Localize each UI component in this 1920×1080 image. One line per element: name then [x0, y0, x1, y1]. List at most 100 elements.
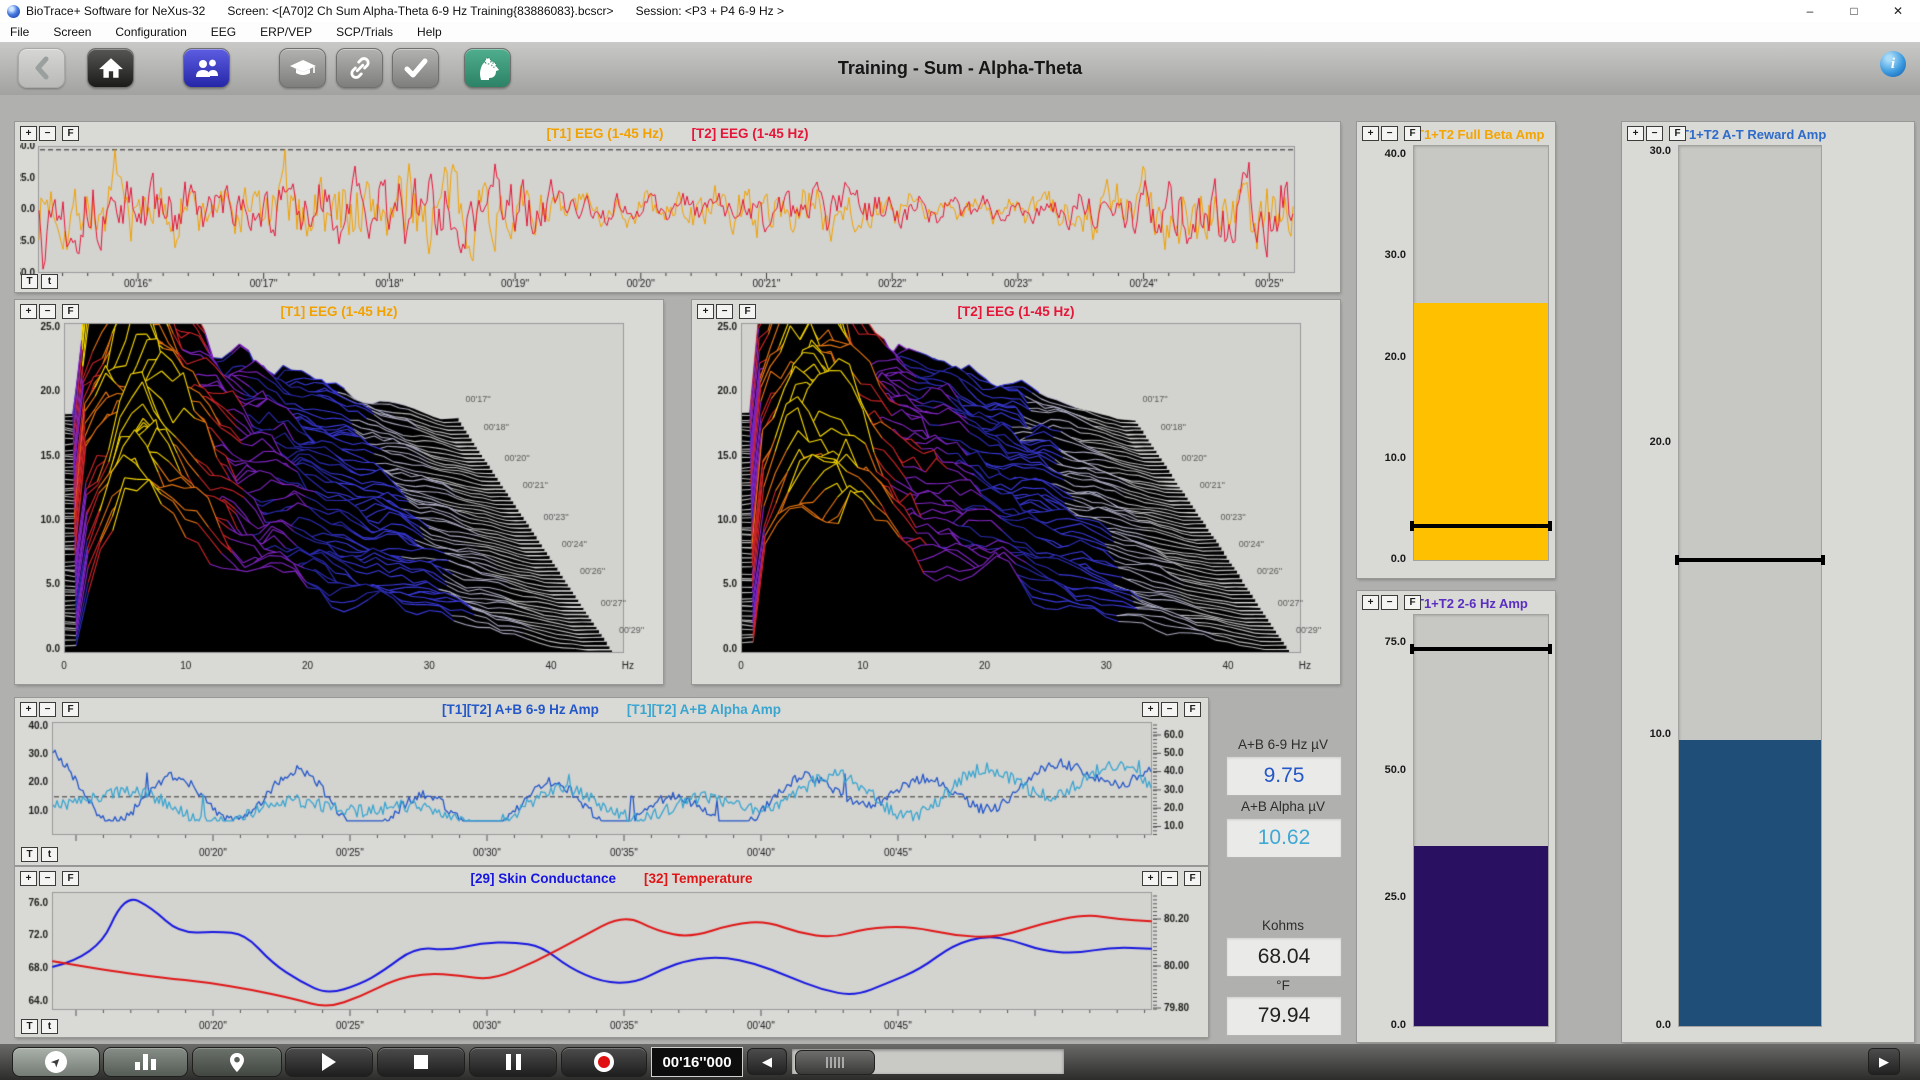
- play-button[interactable]: [285, 1047, 373, 1077]
- title-bar: BioTrace+ Software for NeXus-32 Screen: …: [0, 0, 1920, 22]
- meter-scale-label: 75.0: [1358, 636, 1406, 648]
- meter-bar: [1414, 846, 1548, 1026]
- menu-item-configuration[interactable]: Configuration: [113, 24, 188, 40]
- stop-button[interactable]: [377, 1047, 465, 1077]
- display-value-text: 9.75: [1264, 764, 1305, 788]
- menu-item-scp-trials[interactable]: SCP/Trials: [334, 24, 395, 40]
- timescale-T-button[interactable]: T: [21, 274, 38, 289]
- meter-track: [1413, 145, 1549, 561]
- panel-fullscreen-button[interactable]: F: [739, 304, 756, 319]
- panel-collapse-button[interactable]: −: [39, 702, 56, 717]
- display-value-kohms: 68.04: [1226, 937, 1342, 977]
- meter-threshold-line[interactable]: [1410, 647, 1552, 651]
- pause-button[interactable]: [469, 1047, 557, 1077]
- display-label-temp-f: °F: [1225, 978, 1341, 993]
- panel-expand-button[interactable]: +: [697, 304, 714, 319]
- timescale-t-button[interactable]: t: [41, 847, 58, 862]
- chart-title-spectrum-t1: [T1] EEG (1-45 Hz): [280, 304, 397, 319]
- panel-collapse-button[interactable]: −: [39, 871, 56, 886]
- panel-fullscreen-button[interactable]: F: [1669, 126, 1686, 141]
- meter-scale-label: 10.0: [1623, 728, 1671, 740]
- panel-expand-button[interactable]: +: [20, 126, 37, 141]
- navigate-button[interactable]: ➤: [12, 1047, 100, 1077]
- meter-title: T1+T2 Full Beta Amp: [1416, 127, 1544, 142]
- panel-expand-button[interactable]: +: [20, 871, 37, 886]
- meter-scale-label: 30.0: [1623, 145, 1671, 157]
- meter-scale-label: 25.0: [1358, 891, 1406, 903]
- display-label-69hz: A+B 6-9 Hz µV: [1225, 737, 1341, 752]
- meter-threshold-line[interactable]: [1410, 524, 1552, 528]
- navigate-icon: ➤: [40, 1046, 71, 1077]
- meter-track: [1678, 145, 1822, 1027]
- panel-controls-right: + − F: [1142, 702, 1201, 717]
- panel-collapse-button[interactable]: −: [1381, 126, 1398, 141]
- timescale-t-button[interactable]: t: [41, 1019, 58, 1034]
- toolbar: Training - Sum - Alpha-Theta i: [0, 42, 1920, 95]
- meter-bar: [1679, 740, 1821, 1026]
- step-back-button[interactable]: ◀: [747, 1048, 787, 1075]
- record-icon: [594, 1052, 614, 1072]
- panel-fullscreen-button[interactable]: F: [1404, 595, 1421, 610]
- panel-expand-button[interactable]: +: [20, 304, 37, 319]
- panel-fullscreen-button[interactable]: F: [62, 702, 79, 717]
- chart-title-t1-eeg: [T1] EEG (1-45 Hz): [546, 126, 663, 141]
- panel-expand-button[interactable]: +: [1142, 871, 1159, 886]
- meter-threshold-line[interactable]: [1675, 558, 1825, 562]
- close-button[interactable]: ✕: [1876, 0, 1920, 22]
- panel-controls: + − F: [20, 126, 79, 141]
- panel-collapse-button[interactable]: −: [1646, 126, 1663, 141]
- menu-item-file[interactable]: File: [8, 24, 31, 40]
- panel-expand-button[interactable]: +: [1627, 126, 1644, 141]
- panel-expand-button[interactable]: +: [1362, 126, 1379, 141]
- display-label-alpha: A+B Alpha µV: [1225, 799, 1341, 814]
- panel-expand-button[interactable]: +: [1362, 595, 1379, 610]
- panel-controls: + − F: [1627, 126, 1686, 141]
- panel-fullscreen-button[interactable]: F: [1184, 702, 1201, 717]
- menu-item-erp-vep[interactable]: ERP/VEP: [258, 24, 314, 40]
- display-label-kohms: Kohms: [1225, 918, 1341, 933]
- panel-collapse-button[interactable]: −: [1161, 702, 1178, 717]
- maximize-button[interactable]: □: [1832, 0, 1876, 22]
- panel-controls-right: + − F: [1142, 871, 1201, 886]
- chart-title-t2-eeg: [T2] EEG (1-45 Hz): [692, 126, 809, 141]
- record-button[interactable]: [561, 1047, 647, 1077]
- menu-item-screen[interactable]: Screen: [51, 24, 93, 40]
- timeline-scrollbar[interactable]: [792, 1049, 1064, 1074]
- chart-title-spectrum-t2: [T2] EEG (1-45 Hz): [957, 304, 1074, 319]
- panel-fullscreen-button[interactable]: F: [1404, 126, 1421, 141]
- panel-controls: + − F: [20, 304, 79, 319]
- meter-scale-label: 30.0: [1358, 249, 1406, 261]
- panel-fullscreen-button[interactable]: F: [62, 126, 79, 141]
- panel-collapse-button[interactable]: −: [1161, 871, 1178, 886]
- panel-fullscreen-button[interactable]: F: [62, 304, 79, 319]
- event-marker-button[interactable]: [192, 1047, 282, 1077]
- panel-controls: + − F: [1362, 126, 1421, 141]
- spectrum-t1-canvas: [20, 321, 658, 679]
- info-icon[interactable]: i: [1880, 51, 1906, 77]
- timescale-T-button[interactable]: T: [21, 847, 38, 862]
- minimize-button[interactable]: –: [1788, 0, 1832, 22]
- transport-bar: ➤ 00'16''000 ◀ ▶: [0, 1044, 1920, 1080]
- panel-fullscreen-button[interactable]: F: [1184, 871, 1201, 886]
- panel-collapse-button[interactable]: −: [716, 304, 733, 319]
- meter-scale-label: 20.0: [1358, 351, 1406, 363]
- panel-collapse-button[interactable]: −: [39, 304, 56, 319]
- panel-expand-button[interactable]: +: [1142, 702, 1159, 717]
- panel-collapse-button[interactable]: −: [39, 126, 56, 141]
- biotrace-app-window: BioTrace+ Software for NeXus-32 Screen: …: [0, 0, 1920, 1080]
- chart-title-skin-conductance: [29] Skin Conductance: [470, 871, 616, 886]
- pause-icon: [506, 1054, 521, 1070]
- meter-scale-label: 0.0: [1358, 553, 1406, 565]
- timeline-scrollbar-handle[interactable]: [795, 1050, 875, 1075]
- panel-collapse-button[interactable]: −: [1381, 595, 1398, 610]
- meter-scale-label: 0.0: [1358, 1019, 1406, 1031]
- panel-expand-button[interactable]: +: [20, 702, 37, 717]
- forward-button[interactable]: ▶: [1868, 1048, 1900, 1075]
- panel-fullscreen-button[interactable]: F: [62, 871, 79, 886]
- timescale-t-button[interactable]: t: [41, 274, 58, 289]
- sc-temp-chart-panel: + − F + − F [29] Skin Conductance [32] T…: [15, 867, 1208, 1037]
- signal-levels-button[interactable]: [103, 1047, 188, 1077]
- menu-item-help[interactable]: Help: [415, 24, 444, 40]
- menu-item-eeg[interactable]: EEG: [209, 24, 238, 40]
- timescale-T-button[interactable]: T: [21, 1019, 38, 1034]
